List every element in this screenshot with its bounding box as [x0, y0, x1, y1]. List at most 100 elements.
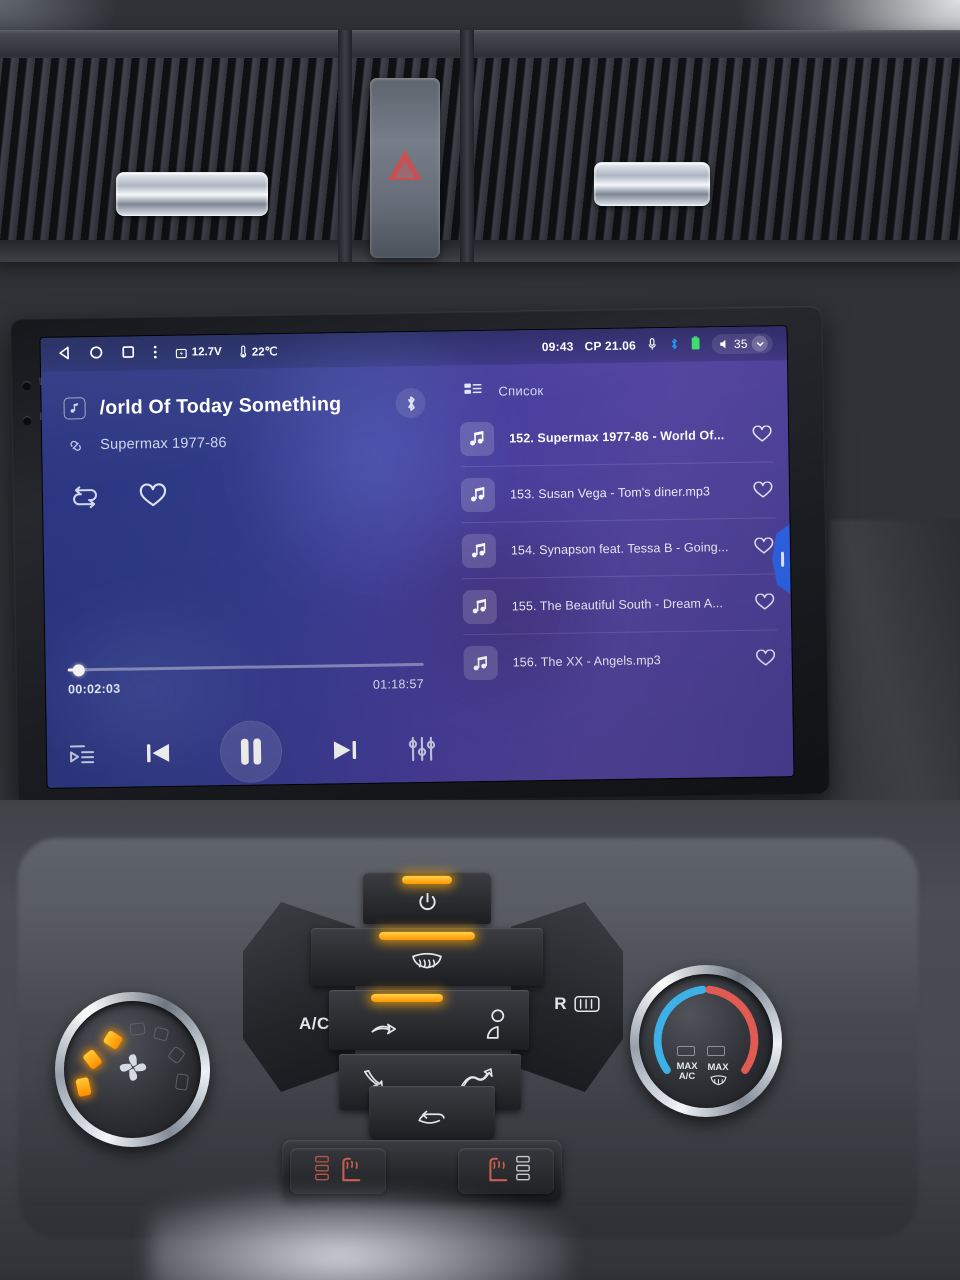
playback-controls [69, 718, 438, 786]
vent-adjuster-left[interactable] [116, 172, 268, 216]
person-icon [483, 1008, 507, 1047]
vent-face-button[interactable] [329, 990, 529, 1050]
playlist-header[interactable]: Список [459, 376, 773, 401]
temperature-indicator: 22℃ [239, 344, 278, 359]
bluetooth-icon[interactable] [669, 336, 680, 353]
chevron-down-icon[interactable] [751, 335, 768, 352]
volume-indicator[interactable]: 35 [711, 333, 773, 355]
car-dashboard-scene: MIC RST 12.7V [0, 0, 960, 1280]
clock: 09:43 [541, 339, 574, 355]
fan-speed-knob[interactable] [55, 992, 210, 1147]
favorite-icon[interactable] [138, 483, 168, 514]
heated-seat-left-icon [335, 1154, 363, 1189]
max-defrost-label: MAX [707, 1062, 729, 1073]
reset-hole[interactable] [22, 416, 32, 426]
temperature-value: 22℃ [251, 346, 278, 359]
bluetooth-source-icon[interactable] [395, 387, 426, 419]
max-defrost-glyph [709, 1074, 728, 1092]
artist-row: Supermax 1977-86 [64, 429, 426, 457]
link-icon [64, 434, 86, 456]
playlist-favorite-icon[interactable] [752, 536, 776, 555]
music-player-pane: /orld Of Today Something Supermax 1977-8… [41, 366, 451, 788]
volume-value: 35 [733, 336, 748, 351]
list-view-icon [463, 381, 482, 401]
climate-power-button[interactable] [363, 872, 491, 924]
fan-segment-2-lit [82, 1048, 103, 1071]
volume-icon [720, 339, 726, 349]
vent-divider-left [338, 30, 352, 262]
equalizer-icon[interactable] [407, 735, 437, 763]
back-icon[interactable] [57, 345, 72, 363]
fan-segment-1-lit [75, 1076, 92, 1098]
playlist-item-name: 154. Synapson feat. Tessa B - Going... [510, 539, 729, 558]
playlist-favorite-icon[interactable] [751, 480, 775, 499]
mic-icon[interactable] [647, 337, 658, 354]
rear-defrost-icon [573, 994, 601, 1019]
music-note-icon [63, 397, 86, 420]
playlist-item-name: 152. Supermax 1977-86 - World Of... [509, 427, 725, 446]
track-thumb-icon [460, 477, 496, 512]
playlist-row-1[interactable]: 152. Supermax 1977-86 - World Of... [459, 406, 775, 468]
fan-icon [113, 1047, 153, 1092]
climate-control-cluster: A/C R [243, 872, 623, 1142]
fan-segment-6-unlit [167, 1045, 186, 1065]
playlist-row-3[interactable]: 154. Synapson feat. Tessa B - Going... [461, 518, 777, 580]
progress-slider[interactable] [67, 662, 424, 676]
fan-segment-5-unlit [152, 1026, 170, 1042]
playlist-favorite-icon[interactable] [753, 592, 777, 611]
playlist-item-name: 156. The XX - Angels.mp3 [512, 653, 661, 670]
queue-icon[interactable] [69, 742, 95, 766]
overflow-menu-icon[interactable] [153, 344, 158, 363]
playlist-item-name: 153. Susan Vega - Tom's diner.mp3 [509, 483, 711, 502]
player-mode-row [65, 479, 427, 516]
heated-seat-right-icon [482, 1154, 510, 1189]
status-bar-right: 09:43 CP 21.06 35 [542, 333, 773, 357]
playlist-header-label: Список [498, 382, 544, 399]
temperature-knob[interactable]: MAX A/C MAX [630, 965, 782, 1117]
vent-top-lip [0, 30, 960, 58]
max-ac-label: MAX A/C [676, 1061, 698, 1082]
build-version: CP 21.06 [584, 338, 637, 354]
playlist-item-name: 155. The Beautiful South - Dream A... [511, 595, 724, 614]
vent-divider-right [460, 30, 474, 262]
battery-voltage-indicator: 12.7V [175, 346, 222, 360]
car-battery-icon [175, 348, 187, 358]
heat-level-bars-left-icon [314, 1154, 330, 1189]
previous-track-button[interactable] [141, 739, 173, 767]
playlist-favorite-icon[interactable] [750, 424, 774, 443]
repeat-icon[interactable] [68, 484, 102, 516]
recent-apps-icon[interactable] [121, 344, 136, 362]
track-artist: Supermax 1977-86 [100, 434, 227, 453]
seat-heater-left-button[interactable] [290, 1148, 386, 1194]
max-ac-indicator [677, 1046, 695, 1056]
heat-level-bars-right-icon [515, 1154, 531, 1189]
recirculate-button[interactable] [369, 1086, 495, 1140]
recirculate-icon [414, 1106, 450, 1133]
play-pause-button[interactable] [219, 720, 283, 784]
home-icon[interactable] [89, 345, 104, 363]
progress-section: 00:02:03 01:18:57 [67, 662, 424, 697]
infotainment-screen[interactable]: 12.7V 22℃ 09:43 CP 21.06 35 /orld Of Tod… [40, 326, 794, 788]
gear-area-blur [150, 1190, 570, 1280]
playlist-row-2[interactable]: 153. Susan Vega - Tom's diner.mp3 [460, 462, 776, 524]
playlist-row-5[interactable]: 156. The XX - Angels.mp3 [463, 630, 778, 691]
hazard-light-button[interactable] [370, 78, 440, 258]
fan-segment-7-unlit [174, 1073, 190, 1091]
thermometer-icon [240, 345, 247, 358]
vent-adjuster-right[interactable] [594, 162, 710, 206]
playlist-row-4[interactable]: 155. The Beautiful South - Dream A... [462, 574, 778, 636]
elapsed-time: 00:02:03 [67, 681, 121, 697]
playlist-favorite-icon[interactable] [753, 649, 777, 667]
fan-knob-face [64, 1001, 201, 1138]
progress-knob[interactable] [72, 663, 85, 676]
power-icon [416, 891, 439, 919]
playlist-pane: Список 152. Supermax 1977-86 - World Of.… [445, 360, 793, 781]
vent-face-led [371, 994, 443, 1002]
rear-defrost-label: R [554, 994, 567, 1013]
battery-icon [691, 336, 701, 354]
next-track-button[interactable] [328, 736, 360, 764]
seat-heater-right-button[interactable] [458, 1148, 554, 1194]
track-thumb-icon [459, 421, 495, 456]
front-defrost-button[interactable] [311, 928, 543, 986]
power-led [402, 876, 452, 884]
